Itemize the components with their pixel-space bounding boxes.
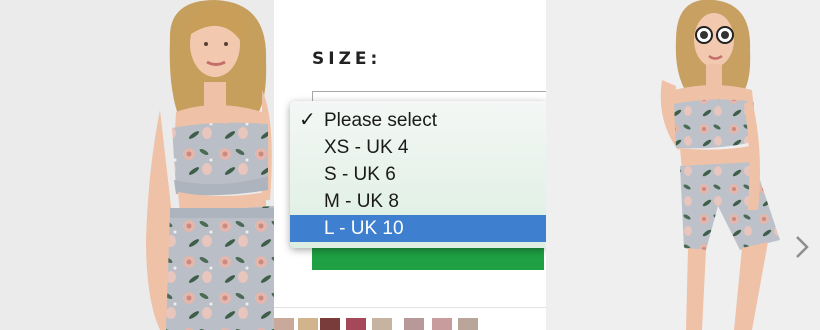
size-option-label: M - UK 8 — [324, 191, 399, 212]
size-dropdown-menu: ✓ Please select XS - UK 4 S - UK 6 M - U… — [290, 101, 546, 248]
size-option-l[interactable]: L - UK 10 — [290, 215, 546, 242]
size-option-label: S - UK 6 — [324, 164, 396, 185]
size-selector-panel: SIZE: ✓ Please select XS - UK 4 S - UK 6… — [274, 0, 547, 330]
thumbnail[interactable] — [404, 318, 424, 330]
product-photo-left — [0, 0, 274, 330]
product-photo-right — [546, 0, 820, 330]
gallery-divider — [274, 307, 546, 308]
add-to-bag-button[interactable] — [312, 248, 544, 270]
thumbnail-strip — [274, 318, 546, 330]
thumbnail[interactable] — [298, 318, 318, 330]
checkmark-icon: ✓ — [299, 109, 316, 131]
size-option-label: XS - UK 4 — [324, 137, 409, 158]
size-option-m[interactable]: M - UK 8 — [290, 188, 546, 215]
model-full-illustration — [546, 0, 820, 330]
size-option-s[interactable]: S - UK 6 — [290, 161, 546, 188]
size-option-label: L - UK 10 — [324, 218, 404, 239]
thumbnail[interactable] — [458, 318, 478, 330]
size-option-xs[interactable]: XS - UK 4 — [290, 134, 546, 161]
chevron-right-icon[interactable] — [792, 234, 812, 260]
size-option-please-select[interactable]: ✓ Please select — [290, 107, 546, 134]
thumbnail[interactable] — [432, 318, 452, 330]
size-label: SIZE: — [312, 49, 382, 69]
thumbnail[interactable] — [372, 318, 392, 330]
size-option-label: Please select — [324, 110, 438, 131]
thumbnail[interactable] — [274, 318, 294, 330]
thumbnail[interactable] — [346, 318, 366, 330]
thumbnail[interactable] — [320, 318, 340, 330]
model-front-illustration — [0, 0, 274, 330]
